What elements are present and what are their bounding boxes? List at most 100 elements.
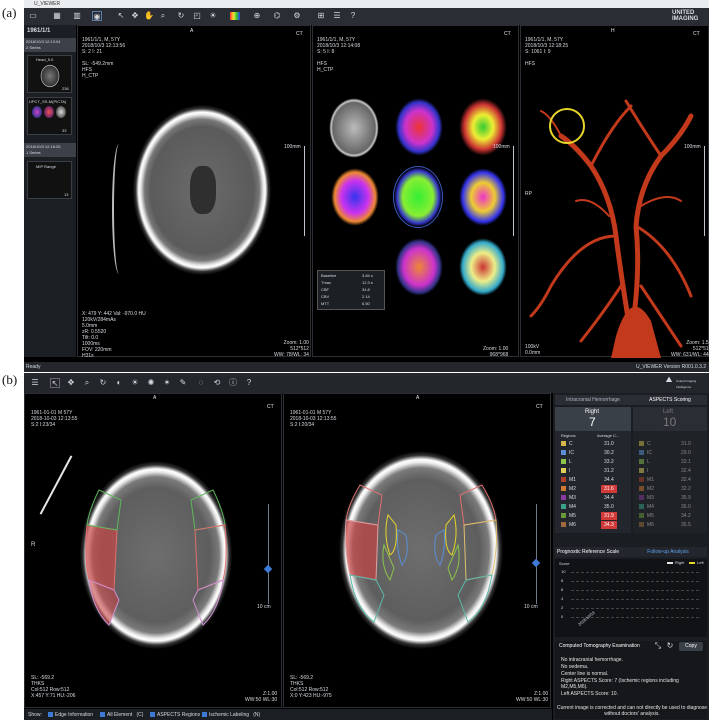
pointer-icon[interactable]: ↖ (116, 11, 126, 21)
zoom-icon[interactable]: ⌕ (158, 11, 168, 21)
region-color-swatch (561, 468, 566, 473)
expand-icon[interactable]: ⤡ (653, 641, 663, 651)
viewer-panel-a: U_VIEWER ▭ ▦ ▥ ◉ ↖ ✥ ✋ ⌕ ↻ ◰ ☀ ⊕ ⌬ ⚙ ⊞ ☰… (24, 0, 709, 372)
move-icon[interactable]: ✥ (66, 378, 76, 388)
tab-hemorrhage[interactable]: Intracranial Hemorrhage (557, 397, 629, 403)
modality-label: CT (536, 404, 543, 410)
stat-key: CBV (321, 294, 330, 299)
viewport-aspects-left[interactable]: A CT 1961-01-01 M 57Y 2018-10-03 12:13:5… (24, 393, 282, 708)
orientation-top: A (190, 28, 194, 34)
checkbox-edge[interactable] (48, 712, 53, 717)
pointer-icon[interactable]: ↖ (50, 378, 60, 388)
region-row-left[interactable]: M6 35.5 (633, 520, 707, 530)
region-value: 31.0 (604, 441, 614, 447)
window-info: Z:1.00 WW:50 WL:30 (245, 691, 278, 703)
modality-label: CT (267, 404, 274, 410)
slice-marker-icon[interactable] (531, 558, 541, 568)
region-value: 34.2 (681, 513, 691, 519)
series2-header[interactable]: 2018/10/3 12:16:25 1 Series (24, 143, 76, 157)
tab-aspects[interactable]: ASPECTS Scoring (635, 397, 705, 403)
region-name: M5 (647, 513, 654, 519)
region-color-swatch (561, 504, 566, 509)
series-panel: 1961/1/1 2018/10/3 12:13:04 2 Series Hea… (24, 25, 76, 357)
region-color-swatch (561, 495, 566, 500)
slice-marker-icon[interactable] (263, 564, 273, 574)
perfusion-map-cbf (395, 98, 443, 156)
contrast-icon[interactable]: ◐ (114, 378, 124, 388)
hand-icon[interactable]: ✋ (144, 11, 154, 21)
patient-info: 1961/1/1, M, 57Y 2018/10/3 12:13:56 S: 2… (82, 37, 126, 79)
thumbnail-count: 33 (62, 128, 67, 133)
aspects-overlay-left (85, 489, 227, 626)
thumbnail-perfusion[interactable]: UPCT_SS-M(PICTA) 33 (27, 97, 72, 135)
folder-icon[interactable]: ▭ (28, 11, 38, 21)
copy-button[interactable]: Copy (679, 642, 703, 651)
thumbnail-mip[interactable]: MIP Range 13 (27, 161, 72, 199)
checkbox-all[interactable] (100, 712, 105, 717)
brand-text: United Imaging Intelligence (676, 379, 697, 389)
region-value: 32.2 (681, 486, 691, 492)
kv-info: 100kV 0.0mm (525, 344, 541, 356)
status-bar: Ready U_VIEWER Version R001.0.3.2 (24, 362, 709, 372)
region-name: IC (647, 450, 652, 456)
brightness-icon[interactable]: ✺ (146, 378, 156, 388)
viewport-ct-axial[interactable]: A CT 1961/1/1, M, 57Y 2018/10/3 12:13:56… (77, 25, 311, 359)
crosshair-icon[interactable]: ⊕ (252, 11, 262, 21)
layout-icon[interactable]: ▥ (72, 11, 82, 21)
modality-label: CT (296, 31, 303, 37)
help-icon[interactable]: ? (244, 378, 254, 388)
refresh-icon[interactable]: ↻ (665, 641, 675, 651)
checkbox-regions[interactable] (150, 712, 155, 717)
settings-icon[interactable]: ⚙ (292, 11, 302, 21)
viewport-perfusion[interactable]: CT 1961/1/1, M, 57Y 2018/10/3 12:14:08 S… (312, 25, 519, 358)
crop-icon[interactable]: ◰ (192, 11, 202, 21)
stat-key: CBF (321, 287, 329, 292)
viewport-aspects-right[interactable]: A CT 1961-01-01 M 57Y 2018-10-03 12:13:5… (283, 393, 551, 708)
series1-header[interactable]: 2018/10/3 12:13:04 2 Series (24, 38, 76, 52)
checkbox-ischemic[interactable] (202, 712, 207, 717)
pen-icon[interactable]: ✎ (178, 378, 188, 388)
thumbnail-count: 236 (62, 86, 69, 91)
region-color-swatch (639, 441, 644, 446)
aspects-side-panel: Intracranial Hemorrhage ASPECTS Scoring … (553, 393, 709, 720)
region-color-swatch (639, 495, 644, 500)
eye-icon[interactable]: ◉ (92, 11, 102, 21)
info-icon[interactable]: ⓘ (228, 378, 238, 388)
help-icon[interactable]: ? (348, 11, 358, 21)
rotate-icon[interactable]: ↻ (98, 378, 108, 388)
region-name: C (569, 441, 573, 447)
scan-icon[interactable]: ⌬ (272, 11, 282, 21)
sun-icon[interactable]: ☀ (130, 378, 140, 388)
rotate-icon[interactable]: ↻ (176, 11, 186, 21)
legend-right: Right (675, 560, 685, 565)
viewer-panel-b: ☰ ↖ ✥ ⌕ ↻ ◐ ☀ ✺ ✶ ✎ ◌ ⟲ ⓘ ? ⛰ United Ima… (24, 373, 709, 720)
perfusion-map-grey (329, 98, 379, 158)
palette-icon[interactable] (230, 12, 240, 20)
region-row-right[interactable]: M6 34.3 (555, 520, 631, 530)
move-icon[interactable]: ✥ (130, 11, 140, 21)
menu-icon[interactable]: ☰ (30, 378, 40, 388)
region-list-left: C 31.0 IC 29.0 L 33.1 I 32.4 M1 32.4 M2 32.2 M3 35.9 M… (633, 439, 707, 539)
left-score-value: 10 (663, 415, 677, 429)
tab-follow-up[interactable]: Follow-up Analysis (633, 549, 703, 555)
viewport-3d-vessels[interactable]: H CT 1961/1/1, M, 57Y 2018/10/3 12:18:25… (520, 25, 709, 358)
y-tick: 0 (561, 614, 564, 619)
sparkle-icon[interactable]: ✶ (162, 378, 172, 388)
perfusion-stats-table: Baseline 3.84 s Tmax 12.3 s CBF 34.8 CBV… (317, 270, 385, 310)
brightness-icon[interactable]: ☀ (208, 11, 218, 21)
list-icon[interactable]: ☰ (332, 11, 342, 21)
sync-icon[interactable]: ⟲ (212, 378, 222, 388)
region-value: 34.4 (604, 477, 614, 483)
roi-circle[interactable] (549, 108, 585, 144)
tab-prognostic[interactable]: Prognostic Reference Scale (557, 549, 627, 555)
layout-grid-icon[interactable]: ▦ (52, 11, 62, 21)
stat-key: Tmax (321, 280, 331, 285)
stat-key: MTT (321, 301, 330, 306)
apps-icon[interactable]: ⊞ (316, 11, 326, 21)
region-color-swatch (561, 513, 566, 518)
region-color-swatch (561, 486, 566, 491)
thumbnail-head[interactable]: Head_5.0 236 (27, 55, 72, 93)
lasso-icon[interactable]: ◌ (196, 378, 206, 388)
perfusion-map-tmax (393, 166, 443, 228)
zoom-icon[interactable]: ⌕ (82, 378, 92, 388)
